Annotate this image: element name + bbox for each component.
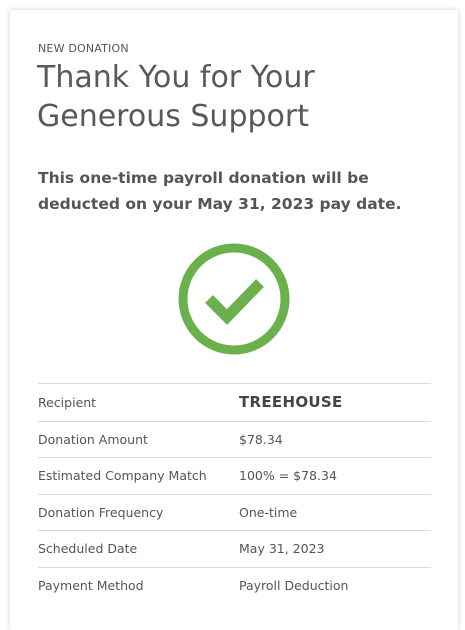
detail-label: Estimated Company Match	[38, 468, 207, 484]
company-match-value: 100% = $78.34	[239, 468, 337, 484]
detail-label: Recipient	[38, 394, 97, 410]
detail-row-company-match: Estimated Company Match 100% = $78.34	[38, 457, 431, 494]
amount-value: $78.34	[239, 431, 283, 447]
donation-confirmation-card: NEW DONATION Thank You for Your Generous…	[10, 10, 458, 630]
detail-label: Scheduled Date	[38, 541, 138, 557]
eyebrow-label: NEW DONATION	[38, 42, 129, 55]
detail-label: Payment Method	[38, 577, 144, 593]
detail-label: Donation Amount	[38, 431, 148, 447]
detail-row-payment-method: Payment Method Payroll Deduction	[38, 566, 431, 604]
scheduled-date-value: May 31, 2023	[239, 541, 325, 557]
detail-row-recipient: Recipient TREEHOUSE	[38, 383, 431, 421]
checkmark-circle-icon	[178, 243, 290, 355]
detail-label: Donation Frequency	[38, 504, 164, 520]
frequency-value: One-time	[239, 504, 298, 520]
payment-method-value: Payroll Deduction	[239, 577, 349, 593]
detail-row-frequency: Donation Frequency One-time	[38, 493, 431, 531]
page-title: Thank You for Your Generous Support	[37, 60, 315, 134]
detail-row-scheduled-date: Scheduled Date May 31, 2023	[38, 530, 431, 567]
donation-details-table: Recipient TREEHOUSE Donation Amount $78.…	[38, 383, 431, 603]
recipient-value: TREEHOUSE	[239, 393, 343, 412]
confirmation-message: This one-time payroll donation will be d…	[38, 169, 402, 213]
detail-row-amount: Donation Amount $78.34	[38, 420, 431, 458]
